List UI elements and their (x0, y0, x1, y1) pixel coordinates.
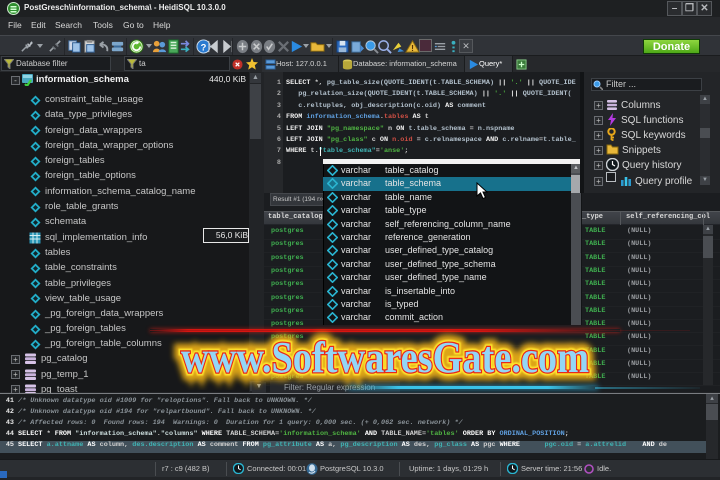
svg-text:!: ! (411, 43, 414, 53)
svg-text:www.SoftwaresGate.com: www.SoftwaresGate.com (181, 333, 589, 382)
